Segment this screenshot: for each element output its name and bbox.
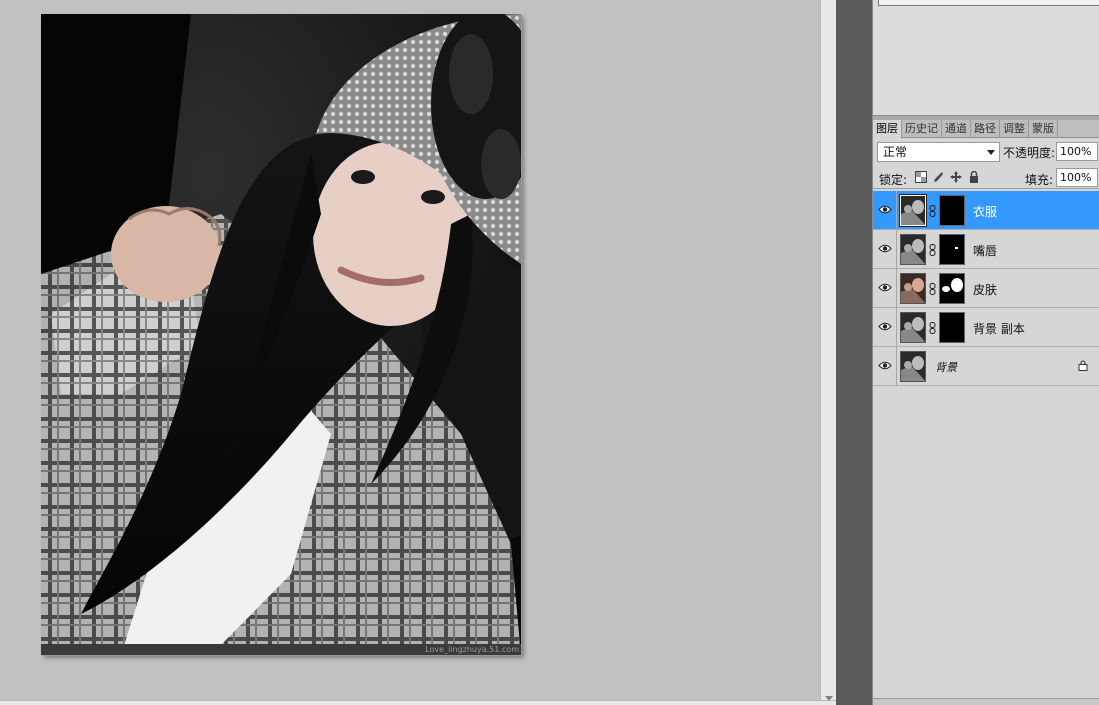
blend-mode-value: 正常 xyxy=(883,145,908,159)
layer-name: 背景 副本 xyxy=(973,322,1025,336)
layer-name: 嘴唇 xyxy=(973,244,998,258)
opacity-input[interactable]: 100% xyxy=(1056,142,1098,161)
photoshop-workspace: Love_lingzhuya.51.com ··· 图层 历史记 通道 路径 调… xyxy=(0,0,1099,705)
link-chain-icon[interactable] xyxy=(929,322,936,334)
lock-all-icon[interactable] xyxy=(968,170,980,183)
eye-visibility-icon[interactable] xyxy=(878,321,892,332)
lock-row: 锁定: 填充: 100% xyxy=(873,167,1099,189)
layer-row-background[interactable]: 背景 xyxy=(873,347,1099,386)
document-image[interactable]: Love_lingzhuya.51.com xyxy=(41,14,521,655)
layer-row-clothes[interactable]: 衣服 xyxy=(873,191,1099,230)
layer-thumbnail[interactable] xyxy=(900,234,926,265)
layer-thumbnail[interactable] xyxy=(900,351,926,382)
tab-masks[interactable]: 蒙版 xyxy=(1029,120,1058,138)
layers-panel-tabs: 图层 历史记 通道 路径 调整 蒙版 xyxy=(873,120,1099,139)
upper-panel-frame: ··· xyxy=(878,0,1099,6)
eye-visibility-icon[interactable] xyxy=(878,204,892,215)
blend-mode-select[interactable]: 正常 xyxy=(877,142,1000,162)
layer-mask-thumbnail[interactable] xyxy=(939,234,965,265)
layer-mask-thumbnail[interactable] xyxy=(939,312,965,343)
row-divider xyxy=(896,308,897,347)
opacity-label: 不透明度: xyxy=(1003,146,1056,160)
upper-panel-peek-text: ··· xyxy=(889,0,899,3)
layer-name: 衣服 xyxy=(973,205,998,219)
layer-mask-thumbnail[interactable] xyxy=(939,273,965,304)
lock-transparent-pixels-icon[interactable] xyxy=(915,171,927,183)
lock-label: 锁定: xyxy=(879,173,908,187)
panel-dock: ··· 图层 历史记 通道 路径 调整 蒙版 正常 不透明度: 100% 锁定: xyxy=(872,0,1099,705)
row-divider xyxy=(896,230,897,269)
layer-thumbnail[interactable] xyxy=(900,273,926,304)
fill-input[interactable]: 100% xyxy=(1056,168,1098,187)
layer-name: 背景 xyxy=(935,361,957,374)
tab-history[interactable]: 历史记 xyxy=(902,120,942,138)
layer-row-lips[interactable]: 嘴唇 xyxy=(873,230,1099,269)
layer-row-background-copy[interactable]: 背景 副本 xyxy=(873,308,1099,347)
blend-row: 正常 不透明度: 100% xyxy=(873,140,1099,164)
layer-row-skin[interactable]: 皮肤 xyxy=(873,269,1099,308)
photo-illustration xyxy=(41,14,521,655)
layer-name: 皮肤 xyxy=(973,283,998,297)
row-divider xyxy=(896,347,897,386)
tab-channels[interactable]: 通道 xyxy=(942,120,971,138)
link-chain-icon[interactable] xyxy=(929,244,936,256)
panel-dock-gap xyxy=(836,0,872,705)
canvas-area[interactable]: Love_lingzhuya.51.com xyxy=(0,0,820,705)
link-chain-icon[interactable] xyxy=(929,283,936,295)
fill-label: 填充: xyxy=(1025,173,1054,187)
eye-visibility-icon[interactable] xyxy=(878,360,892,371)
layer-mask-thumbnail[interactable] xyxy=(939,195,965,226)
layers-list: 衣服 嘴唇 皮肤 背景 副本 背景 xyxy=(873,191,1099,386)
lock-icon xyxy=(1078,360,1088,371)
vertical-scrollbar[interactable] xyxy=(820,0,836,705)
layer-thumbnail[interactable] xyxy=(900,312,926,343)
eye-visibility-icon[interactable] xyxy=(878,243,892,254)
watermark-text: Love_lingzhuya.51.com xyxy=(425,645,519,654)
layer-thumbnail[interactable] xyxy=(899,194,927,227)
eye-visibility-icon[interactable] xyxy=(878,282,892,293)
lock-image-pixels-icon[interactable] xyxy=(932,171,944,183)
chevron-down-icon xyxy=(987,150,995,155)
row-divider xyxy=(896,191,897,230)
lock-position-icon[interactable] xyxy=(950,171,962,183)
link-chain-icon[interactable] xyxy=(929,205,936,217)
upper-panel: ··· xyxy=(873,0,1099,116)
tab-layers[interactable]: 图层 xyxy=(873,120,902,139)
tab-adjustments[interactable]: 调整 xyxy=(1000,120,1029,138)
layers-panel-footer xyxy=(873,698,1099,705)
tab-paths[interactable]: 路径 xyxy=(971,120,1000,138)
horizontal-scrollbar[interactable] xyxy=(0,700,836,705)
row-divider xyxy=(896,269,897,308)
